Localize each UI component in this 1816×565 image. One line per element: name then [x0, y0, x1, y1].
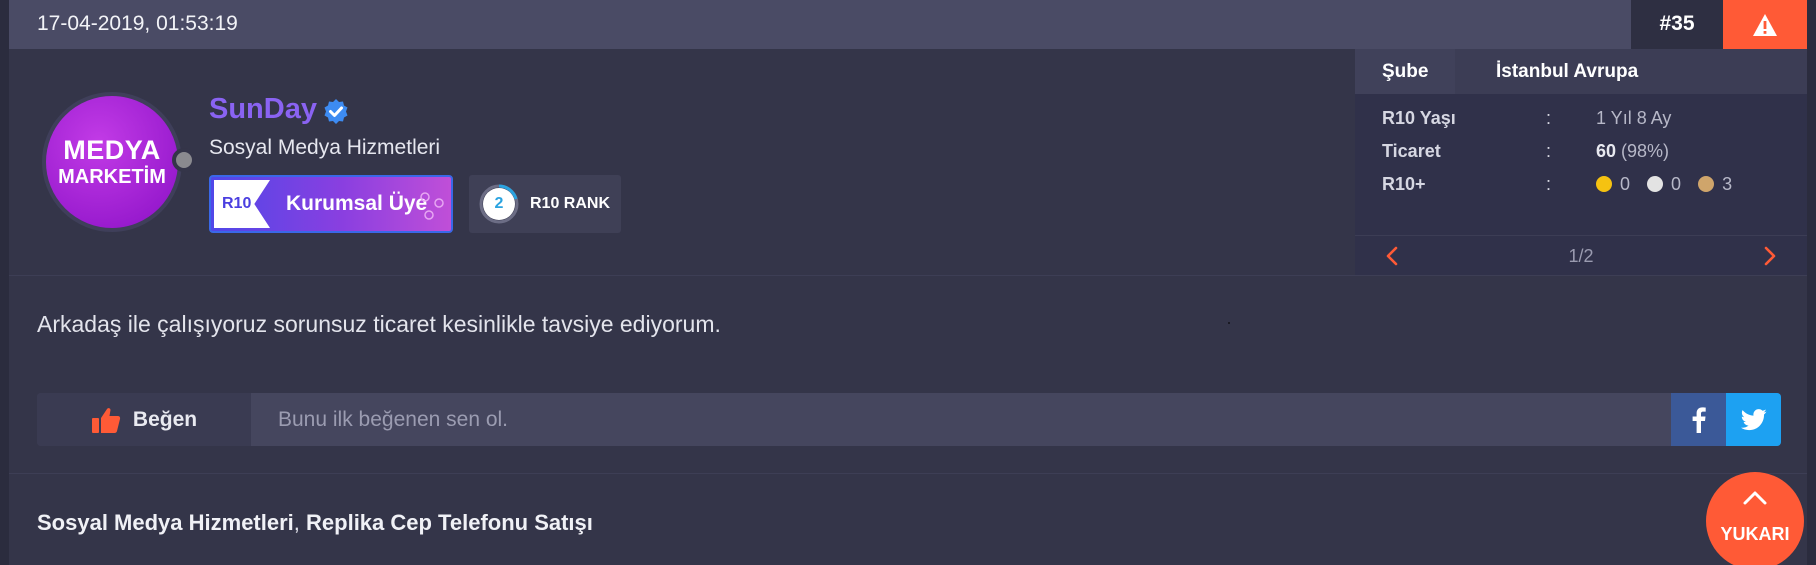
- gold-coin-icon: [1596, 176, 1612, 192]
- divider: [9, 275, 1807, 276]
- info-panel-header: Şube İstanbul Avrupa: [1355, 49, 1807, 94]
- category-link[interactable]: Sosyal Medya Hizmetleri: [37, 510, 294, 535]
- user-title: Sosyal Medya Hizmetleri: [209, 136, 441, 159]
- info-row-plus: R10+ : 0 0 3: [1382, 174, 1782, 204]
- info-row-age: R10 Yaşı : 1 Yıl 8 Ay: [1382, 108, 1782, 138]
- info-value: 1 Yıl 8 Ay: [1596, 108, 1672, 128]
- likes-placeholder: Bunu ilk beğenen sen ol.: [278, 408, 509, 431]
- avatar-text-line2: MARKETİM: [58, 166, 166, 188]
- like-button-label: Beğen: [132, 407, 198, 431]
- badge-tag: R10: [214, 180, 270, 228]
- category-link[interactable]: Replika Cep Telefonu Satışı: [306, 510, 593, 535]
- user-profile: MEDYA MARKETİM SunDay Sosyal Medya Hizme…: [9, 49, 1355, 275]
- bronze-coin-icon: [1698, 176, 1715, 192]
- post-container: 17-04-2019, 01:53:19 #35 MEDYA MARKETİM …: [9, 0, 1807, 565]
- thumbs-up-icon: [91, 407, 121, 433]
- chevron-up-icon: [1743, 491, 1767, 505]
- report-button[interactable]: [1723, 0, 1807, 49]
- post-date: 17-04-2019, 01:53:19: [37, 12, 238, 35]
- trade-count: 60: [1596, 141, 1617, 161]
- avatar[interactable]: MEDYA MARKETİM: [42, 92, 182, 232]
- gold-count: 0: [1620, 174, 1631, 194]
- like-bar: Beğen Bunu ilk beğenen sen ol.: [37, 393, 1781, 446]
- info-pager: 1/2: [1355, 235, 1807, 275]
- info-separator: :: [1546, 174, 1552, 194]
- category-list: Sosyal Medya Hizmetleri, Replika Cep Tel…: [37, 510, 593, 536]
- offline-status-dot: [172, 148, 196, 172]
- avatar-text-line1: MEDYA: [63, 135, 161, 165]
- chevron-right-icon[interactable]: [1760, 245, 1780, 267]
- info-key: R10 Yaşı: [1382, 108, 1456, 128]
- info-key: Ticaret: [1382, 141, 1441, 161]
- bronze-count: 3: [1722, 174, 1733, 194]
- corporate-member-badge: R10 Kurumsal Üye: [209, 175, 453, 233]
- info-row-trade: Ticaret : 60 (98%): [1382, 141, 1782, 171]
- scroll-to-top-button[interactable]: YUKARI: [1706, 472, 1804, 565]
- warning-icon: [1753, 13, 1777, 36]
- post-number-link[interactable]: #35: [1631, 0, 1723, 49]
- pager-indicator: 1/2: [1568, 246, 1594, 266]
- rank-badge: 2 R10 RANK: [469, 175, 621, 233]
- silver-count: 0: [1671, 174, 1682, 194]
- scroll-to-top-label: YUKARI: [1720, 524, 1790, 544]
- category-separator: ,: [293, 510, 307, 535]
- user-info-panel: Şube İstanbul Avrupa R10 Yaşı : 1 Yıl 8 …: [1355, 49, 1807, 275]
- verified-icon: [324, 99, 348, 124]
- tab-branch[interactable]: Şube: [1355, 49, 1455, 94]
- divider: [9, 473, 1807, 474]
- branch-value: İstanbul Avrupa: [1496, 61, 1639, 82]
- facebook-share-button[interactable]: [1671, 393, 1726, 446]
- post-header: 17-04-2019, 01:53:19 #35: [9, 0, 1807, 49]
- badge-label: Kurumsal Üye: [286, 192, 428, 215]
- info-separator: :: [1546, 141, 1552, 161]
- rank-label: R10 RANK: [530, 195, 611, 212]
- info-value: 60 (98%): [1596, 141, 1669, 162]
- twitter-share-button[interactable]: [1726, 393, 1781, 446]
- post-message: Arkadaş ile çalışıyoruz sorunsuz ticaret…: [37, 311, 721, 337]
- rank-number: 2: [494, 195, 504, 212]
- info-separator: :: [1546, 108, 1552, 128]
- username-link[interactable]: SunDay: [209, 93, 317, 126]
- facebook-icon: [1692, 406, 1706, 433]
- decorative-circles-icon: [420, 192, 444, 220]
- info-key: R10+: [1382, 174, 1426, 194]
- like-button[interactable]: Beğen: [37, 393, 251, 446]
- twitter-icon: [1740, 408, 1766, 430]
- info-value: 0 0 3: [1596, 174, 1744, 195]
- trade-percent: (98%): [1616, 141, 1670, 161]
- silver-coin-icon: [1647, 176, 1664, 192]
- stray-dot: [1228, 322, 1230, 324]
